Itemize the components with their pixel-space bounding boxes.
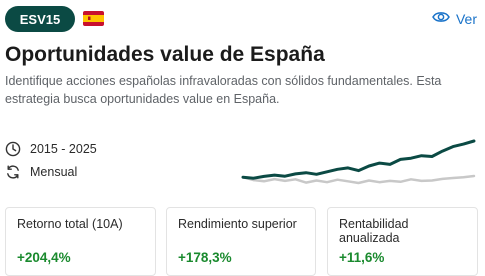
- view-link-label: Ver: [455, 10, 477, 27]
- strategy-series-line: [241, 139, 476, 180]
- frequency-row: Mensual: [5, 164, 77, 180]
- metric-value: +178,3%: [178, 250, 232, 265]
- strategy-description: Identifique acciones españolas infravalo…: [5, 74, 442, 106]
- frequency-label: Mensual: [30, 165, 78, 179]
- performance-sparkline: [241, 139, 476, 185]
- spain-flag-icon: [83, 11, 104, 26]
- metric-value: +204,4%: [17, 250, 71, 265]
- metric-card-total-return: Retorno total (10A) +204,4%: [5, 207, 156, 276]
- metric-label: Rendimiento superior: [178, 217, 297, 231]
- metric-label: Retorno total (10A): [17, 217, 123, 231]
- clock-icon: [5, 141, 21, 157]
- metric-card-outperformance: Rendimiento superior +178,3%: [166, 207, 316, 276]
- metric-value: +11,6%: [339, 250, 385, 265]
- period-row: 2015 - 2025: [5, 141, 97, 157]
- eye-icon: [432, 10, 450, 27]
- period-label: 2015 - 2025: [30, 142, 97, 156]
- view-link[interactable]: Ver: [432, 10, 477, 27]
- metric-label: Rentabilidad anualizada: [339, 217, 409, 245]
- page-title: Oportunidades value de España: [5, 43, 325, 66]
- metric-card-annualized-return: Rentabilidad anualizada +11,6%: [327, 207, 478, 276]
- refresh-icon: [5, 164, 21, 180]
- benchmark-series-line: [241, 174, 476, 185]
- ticker-badge: ESV15: [5, 6, 75, 32]
